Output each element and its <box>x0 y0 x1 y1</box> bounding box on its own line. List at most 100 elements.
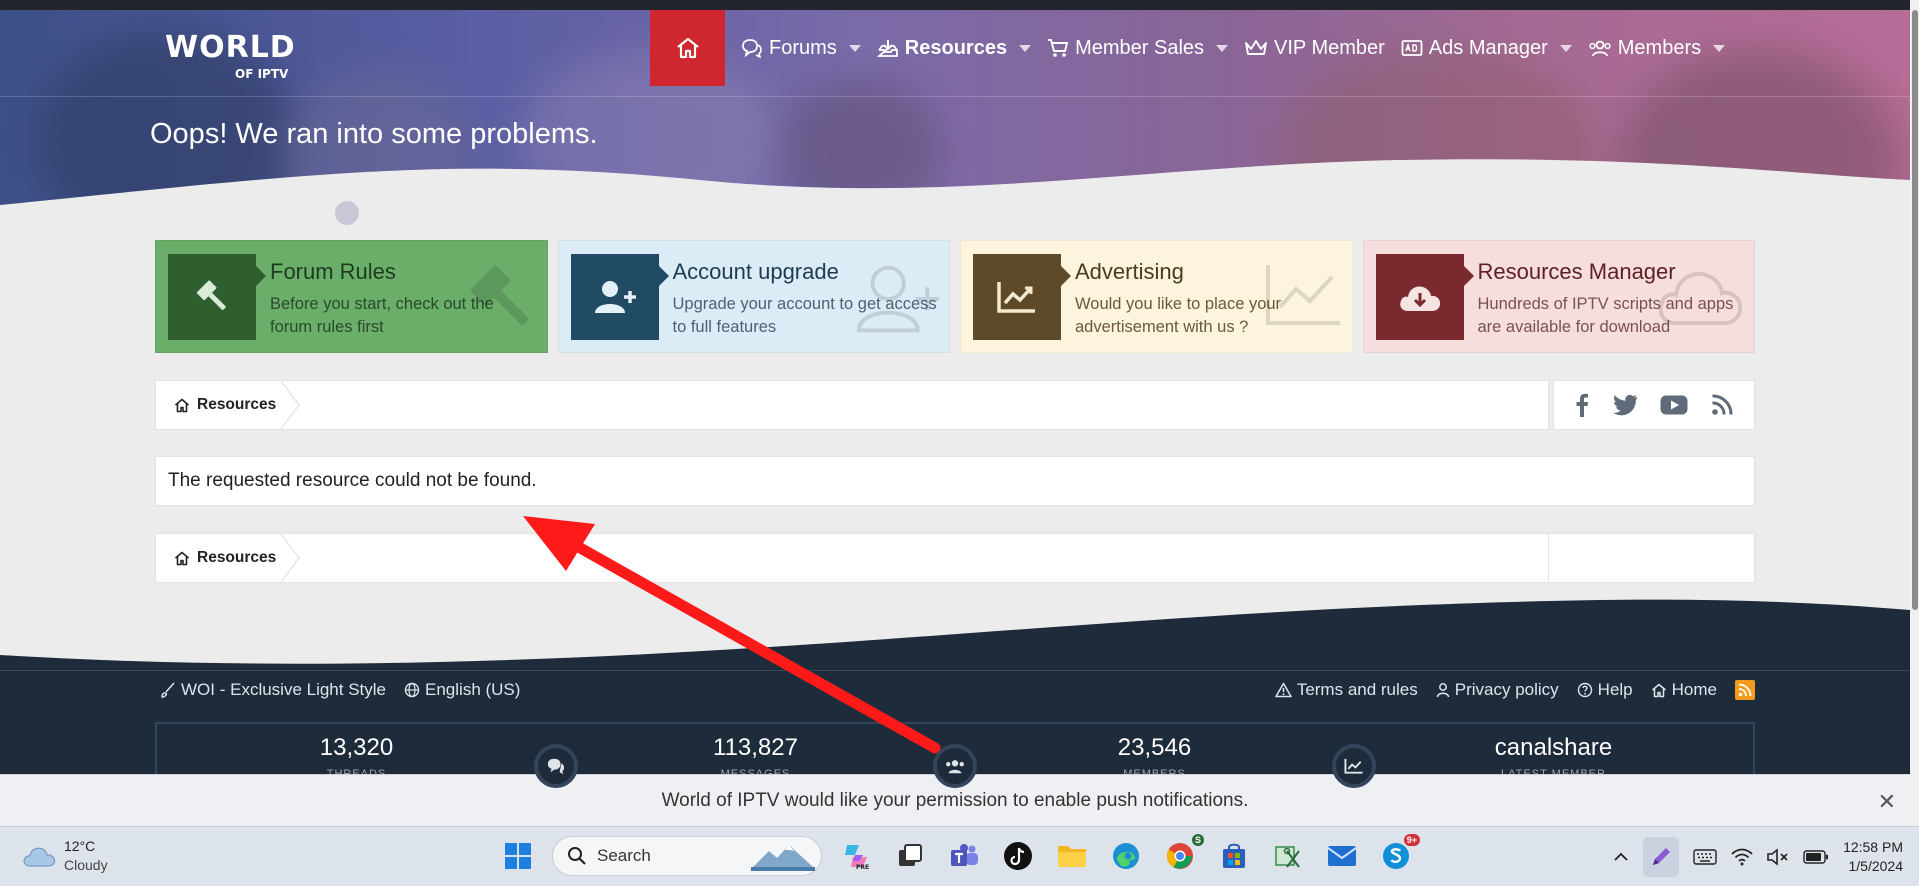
breadcrumb: Resources <box>155 380 1549 430</box>
style-chooser[interactable]: WOI - Exclusive Light Style <box>160 680 386 700</box>
taskbar-search[interactable]: Search <box>552 836 822 876</box>
teams-icon <box>951 844 978 866</box>
windows-logo-icon <box>505 843 531 869</box>
cloud-download-icon <box>1658 272 1743 325</box>
volume-muted-icon[interactable] <box>1767 848 1789 866</box>
nav-label: Forums <box>769 36 837 59</box>
chrome-button[interactable]: S <box>1160 834 1204 876</box>
home-icon <box>1651 683 1666 697</box>
tiktok-icon <box>1004 842 1032 870</box>
wifi-icon[interactable] <box>1731 848 1753 866</box>
promo-cards: Forum Rules Before you start, check out … <box>155 240 1755 353</box>
card-resources-manager[interactable]: Resources Manager Hundreds of IPTV scrip… <box>1362 240 1755 353</box>
nav-label: Resources <box>904 36 1008 59</box>
footer-link-label: Help <box>1597 680 1633 699</box>
twitter-icon[interactable] <box>1612 394 1638 416</box>
rss-icon[interactable] <box>1711 394 1733 416</box>
breadcrumb-link-resources[interactable]: Resources <box>156 534 296 582</box>
task-view-button[interactable] <box>890 836 930 876</box>
file-explorer-button[interactable] <box>1052 836 1092 876</box>
card-account-upgrade[interactable]: Account upgrade Upgrade your account to … <box>557 240 950 353</box>
skype-icon <box>1383 843 1409 869</box>
breadcrumb-link-resources[interactable]: Resources <box>156 381 296 429</box>
language-chooser[interactable]: English (US) <box>404 680 520 700</box>
home-icon <box>676 37 699 59</box>
users-icon <box>946 760 964 774</box>
keyboard-icon[interactable] <box>1693 849 1717 865</box>
footer-link-terms[interactable]: Terms and rules <box>1275 680 1418 700</box>
stat-value: 13,320 <box>319 734 394 761</box>
weather-widget[interactable]: 12°C Cloudy <box>22 837 108 875</box>
comments-icon <box>742 39 762 58</box>
chevron-up-icon[interactable] <box>1613 850 1629 864</box>
ad-card-icon <box>1401 40 1423 56</box>
system-clock[interactable]: 12:58 PM 1/5/2024 <box>1843 838 1903 876</box>
stat-value: canalshare <box>1494 734 1613 761</box>
mail-button[interactable] <box>1322 836 1362 876</box>
chevron-down-icon[interactable] <box>1019 44 1032 52</box>
card-advertising[interactable]: Advertising Would you like to place your… <box>960 240 1353 353</box>
chart-line-icon <box>1265 265 1340 325</box>
chevron-down-icon[interactable] <box>1559 44 1572 52</box>
users-icon <box>1589 40 1611 57</box>
snipping-tool-button[interactable] <box>1268 836 1308 876</box>
footer-link-label: Home <box>1671 680 1717 699</box>
browser-top-edge <box>0 0 1919 10</box>
notification-badge: 9+ <box>1403 834 1420 846</box>
chevron-down-icon[interactable] <box>1713 44 1726 52</box>
error-message: The requested resource could not be foun… <box>155 456 1755 506</box>
footer-divider <box>0 670 1910 671</box>
store-button[interactable] <box>1214 836 1254 876</box>
breadcrumb-label: Resources <box>197 549 277 566</box>
nav-home-button[interactable] <box>650 10 725 86</box>
breadcrumb-separator <box>280 381 300 429</box>
nav-label: VIP Member <box>1274 36 1385 59</box>
edge-button[interactable] <box>1106 836 1146 876</box>
nav-forums[interactable]: Forums <box>741 37 861 60</box>
mail-icon <box>1327 846 1357 866</box>
teams-button[interactable] <box>944 836 984 876</box>
pen-menu-button[interactable] <box>1643 837 1680 877</box>
social-links <box>1553 380 1755 430</box>
site-logo[interactable]: WORLD OF IPTV <box>165 30 305 86</box>
taskbar-apps: Search PRE S 9+ <box>498 834 1420 876</box>
footer-rss-button[interactable] <box>1735 680 1755 700</box>
tiktok-button[interactable] <box>998 836 1038 876</box>
globe-icon <box>404 682 420 698</box>
logo-text: WORLD <box>165 30 296 65</box>
nav-resources[interactable]: Resources <box>876 36 1032 60</box>
snipping-tool-icon <box>1275 846 1300 868</box>
chrome-icon <box>1166 843 1193 869</box>
nav-vip-member[interactable]: VIP Member <box>1244 37 1385 60</box>
card-forum-rules[interactable]: Forum Rules Before you start, check out … <box>155 240 548 353</box>
stat-bubble <box>1332 744 1376 788</box>
skype-button[interactable]: 9+ <box>1376 834 1420 876</box>
close-icon[interactable]: ✕ <box>1878 789 1896 815</box>
scrollbar-thumb[interactable] <box>1912 10 1918 610</box>
footer-link-privacy[interactable]: Privacy policy <box>1436 680 1559 700</box>
clock-date: 1/5/2024 <box>1848 858 1904 874</box>
nav-ads-manager[interactable]: Ads Manager <box>1401 37 1572 60</box>
footer-link-home[interactable]: Home <box>1651 680 1717 700</box>
chevron-down-icon[interactable] <box>1216 44 1229 52</box>
facebook-icon[interactable] <box>1575 393 1589 417</box>
footer-link-help[interactable]: Help <box>1577 680 1633 700</box>
nav-member-sales[interactable]: Member Sales <box>1047 37 1229 60</box>
style-label: WOI - Exclusive Light Style <box>181 680 387 699</box>
battery-icon[interactable] <box>1803 850 1829 864</box>
language-label: English (US) <box>425 680 521 699</box>
nav-members[interactable]: Members <box>1588 37 1726 60</box>
task-view-icon <box>899 844 922 866</box>
start-button[interactable] <box>498 836 538 876</box>
stat-bubble <box>534 744 578 788</box>
copilot-button[interactable]: PRE <box>836 836 876 876</box>
chart-line-icon <box>1344 758 1363 774</box>
card-icon-box <box>570 254 669 340</box>
youtube-icon[interactable] <box>1660 395 1688 415</box>
svg-text:PRE: PRE <box>856 864 869 871</box>
cart-icon <box>1048 39 1069 57</box>
card-icon-box <box>168 254 266 340</box>
warning-icon <box>1275 682 1292 698</box>
footer-link-label: Privacy policy <box>1454 680 1559 699</box>
chevron-down-icon[interactable] <box>848 44 861 52</box>
